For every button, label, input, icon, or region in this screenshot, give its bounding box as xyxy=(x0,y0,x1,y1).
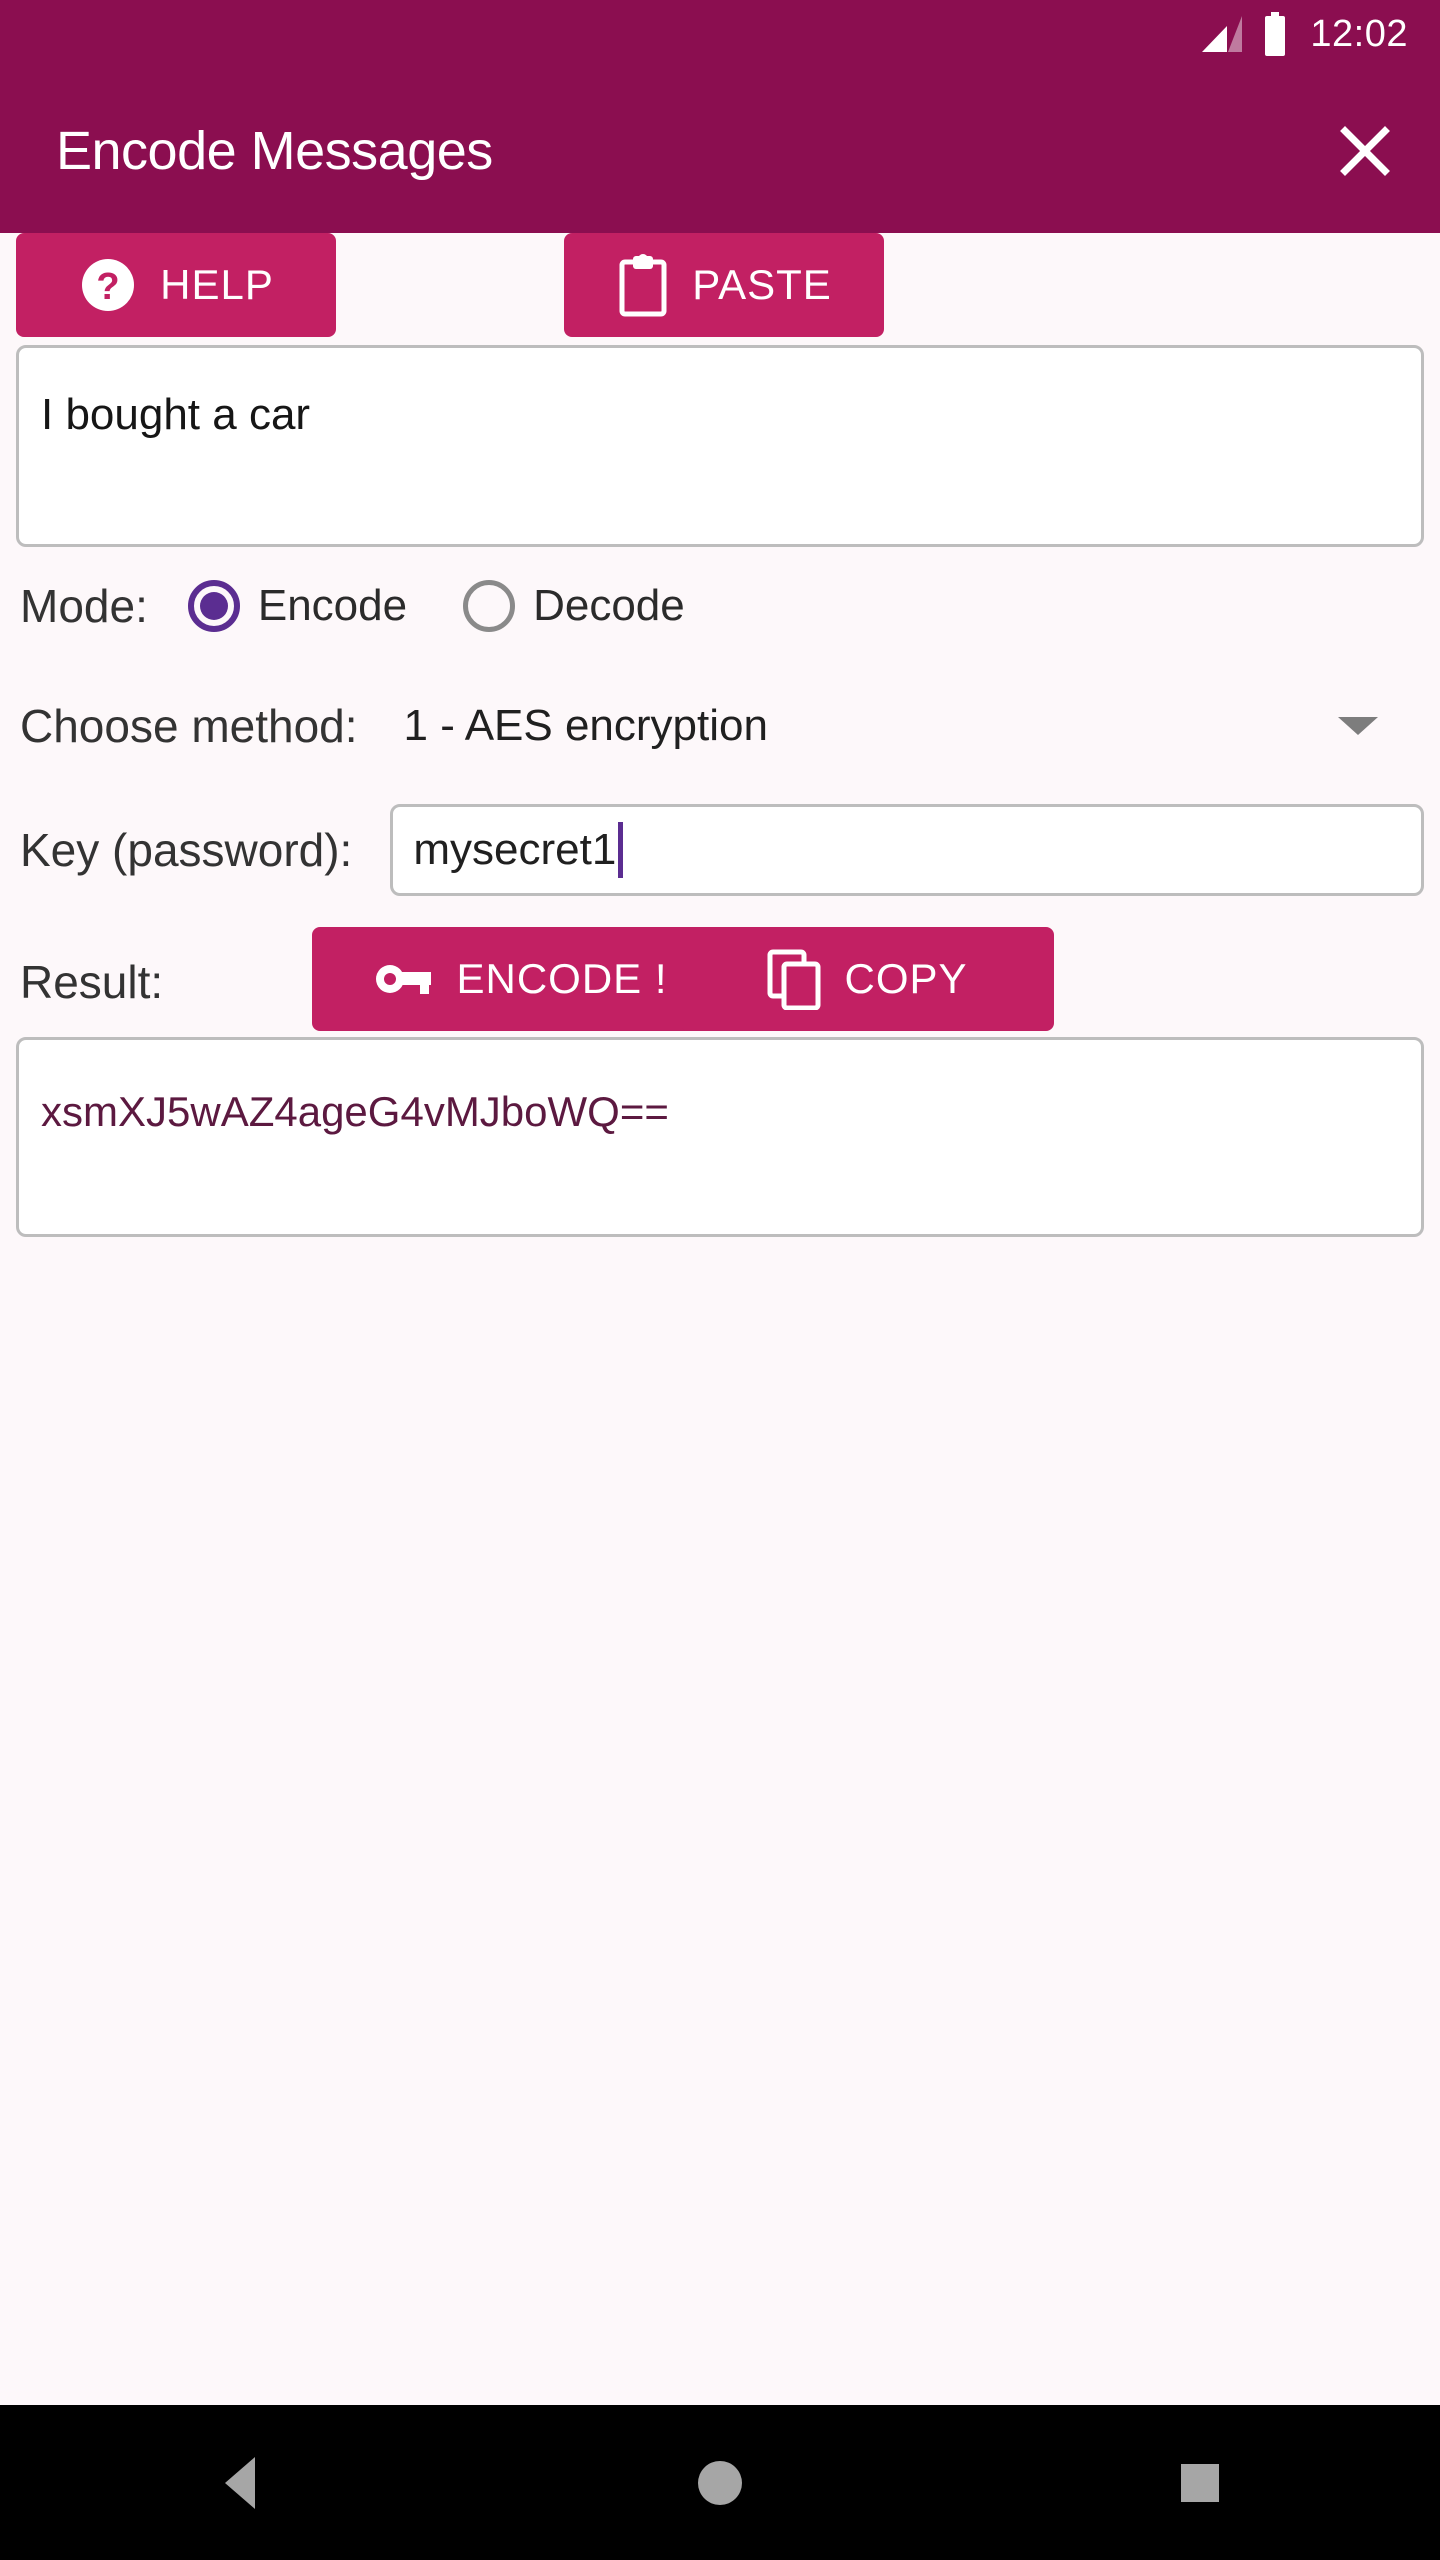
paste-button-label: PASTE xyxy=(692,261,832,308)
question-mark-circle-icon: ? xyxy=(78,255,138,315)
key-label: Key (password): xyxy=(20,824,353,876)
encode-button-content: ENCODE ! xyxy=(374,955,667,1003)
radio-encode-label: Encode xyxy=(257,581,408,630)
text-cursor xyxy=(618,822,624,878)
radio-decode[interactable]: Decode xyxy=(463,580,685,632)
method-label: Choose method: xyxy=(20,700,358,752)
battery-full-icon xyxy=(1262,12,1288,56)
key-input[interactable]: mysecret1 xyxy=(390,804,1424,896)
key-icon xyxy=(374,959,434,999)
signal-bars-icon xyxy=(1198,14,1244,54)
android-navigation-bar xyxy=(0,2405,1440,2560)
mode-row: Mode: Encode Decode xyxy=(16,547,1424,665)
result-action-row: Result: ENCODE ! COPY xyxy=(16,913,1424,1033)
mode-radio-group: Encode Decode xyxy=(187,580,741,632)
top-action-bar: ? HELP PASTE xyxy=(16,233,1424,345)
status-time: 12:02 xyxy=(1310,13,1408,55)
help-button-label: HELP xyxy=(160,261,274,308)
chevron-down-icon xyxy=(1338,717,1378,735)
svg-text:?: ? xyxy=(97,266,120,308)
copy-button[interactable]: COPY xyxy=(680,927,1054,1031)
radio-encode-indicator xyxy=(187,580,240,632)
method-selected-value: 1 - AES encryption xyxy=(403,701,768,750)
radio-encode[interactable]: Encode xyxy=(187,580,408,632)
app-bar: Encode Messages xyxy=(0,68,1440,233)
clipboard-icon xyxy=(616,252,670,318)
recents-glyph xyxy=(1181,2463,1219,2502)
triangle-back-icon[interactable] xyxy=(150,2405,330,2560)
method-row: Choose method: 1 - AES encryption xyxy=(16,665,1424,787)
help-button[interactable]: ? HELP xyxy=(16,233,336,337)
page-title: Encode Messages xyxy=(56,120,493,181)
result-output[interactable]: xsmXJ5wAZ4ageG4vMJboWQ== xyxy=(16,1037,1424,1237)
key-row: Key (password): mysecret1 xyxy=(16,787,1424,913)
radio-encode-dot xyxy=(199,592,228,620)
close-icon[interactable] xyxy=(1326,112,1404,190)
radio-decode-label: Decode xyxy=(533,581,685,630)
home-glyph xyxy=(698,2460,742,2505)
main-content: ? HELP PASTE I bought a car Mode: Encode… xyxy=(0,233,1440,2473)
status-bar-icons: 12:02 xyxy=(1198,12,1408,56)
key-input-value: mysecret1 xyxy=(413,825,617,874)
circle-home-icon[interactable] xyxy=(630,2405,810,2560)
method-dropdown[interactable]: 1 - AES encryption xyxy=(404,701,1398,751)
message-input[interactable]: I bought a car xyxy=(16,345,1424,547)
encode-button[interactable]: ENCODE ! xyxy=(312,927,730,1031)
back-glyph xyxy=(225,2456,255,2509)
status-bar: 12:02 xyxy=(0,0,1440,68)
mode-label: Mode: xyxy=(20,580,148,632)
encode-button-label: ENCODE ! xyxy=(456,955,668,1002)
paste-button[interactable]: PASTE xyxy=(564,233,884,337)
result-label: Result: xyxy=(20,956,164,1008)
radio-decode-indicator xyxy=(463,580,516,632)
square-recents-icon[interactable] xyxy=(1110,2405,1290,2560)
copy-icon xyxy=(766,948,822,1010)
copy-button-label: COPY xyxy=(844,955,968,1002)
